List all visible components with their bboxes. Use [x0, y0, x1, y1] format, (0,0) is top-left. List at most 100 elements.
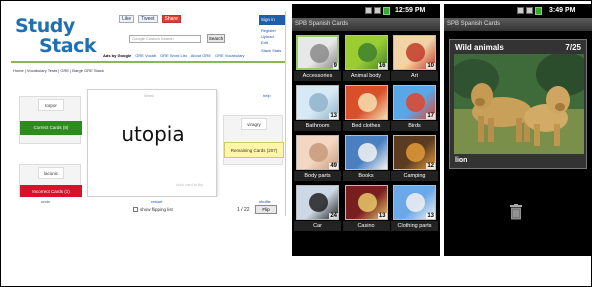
ad-link[interactable]: GRE Vocab — [135, 53, 156, 58]
category-tile[interactable]: 13 Casino — [342, 183, 390, 233]
shuffle-option[interactable]: show flipping list — [133, 207, 173, 212]
like-button[interactable]: Like — [119, 15, 135, 23]
correct-bin-word: torpor — [38, 99, 64, 111]
category-tile[interactable]: 13 Bathroom — [294, 83, 341, 133]
search-input[interactable]: Google Custom Search — [129, 35, 201, 43]
tile-label: Accessories — [294, 71, 341, 81]
signal-icon — [374, 7, 381, 14]
tile-count: 24 — [329, 213, 338, 219]
help-link[interactable]: help — [263, 93, 271, 98]
category-tile[interactable]: 10 Art — [391, 33, 438, 83]
category-tile[interactable]: Books — [342, 133, 390, 183]
phone-card-detail: 3:49 PM SPB Spanish Cards Wild animals 7… — [444, 4, 592, 256]
status-bar: 12:59 PM — [292, 4, 440, 18]
category-tile[interactable]: Bed clothes — [342, 83, 390, 133]
phone-category-grid: 12:59 PM SPB Spanish Cards 9 Accessories 1… — [292, 4, 440, 256]
tile-label: Animal body — [342, 71, 390, 81]
correct-cards-button[interactable]: Correct Cards (8) — [20, 121, 82, 135]
lion-photo — [454, 54, 584, 154]
logo-study: Study — [15, 15, 75, 37]
shuffle-label: show flipping list — [140, 207, 173, 212]
trash-icon[interactable] — [509, 204, 523, 220]
category-tile[interactable]: 24 Car — [294, 183, 341, 233]
tile-count: 13 — [377, 213, 387, 219]
ad-links: Ads by Google GRE Vocab GRE Word List Ab… — [103, 53, 245, 58]
shuffle-checkbox[interactable] — [133, 207, 138, 212]
category-tile[interactable]: 17 Birds — [391, 83, 438, 133]
tile-count: 13 — [329, 113, 338, 119]
category-tile[interactable]: 9 Accessories — [294, 33, 341, 83]
correct-bin[interactable]: torpor Correct Cards (8) — [19, 96, 82, 144]
remaining-bin-word: viragry — [241, 118, 267, 130]
usb-icon — [517, 7, 524, 14]
category-tile[interactable]: 13 Clothing parts — [391, 183, 438, 233]
logo-stack: Stack — [39, 35, 97, 57]
app-title-bar: SPB Spanish Cards — [444, 18, 592, 31]
status-bar: 3:49 PM — [444, 4, 592, 18]
card-category-title: Wild animals — [455, 43, 504, 52]
upload-link[interactable]: Upload — [261, 34, 274, 39]
header-divider — [11, 61, 285, 63]
screenshot-frame: Study Stack Like Tweet Share Google Cust… — [0, 0, 592, 287]
restart-link[interactable]: restart — [151, 199, 162, 204]
breadcrumb[interactable]: Home | Vocabulary Tests | GRE | Barge GR… — [13, 68, 104, 73]
status-time: 12:59 PM — [395, 7, 426, 14]
tile-count: 17 — [426, 113, 435, 119]
social-buttons: Like Tweet Share — [119, 15, 181, 24]
tile-label: Birds — [391, 121, 438, 131]
usb-icon — [365, 7, 372, 14]
category-tile[interactable]: 16 Animal body — [342, 33, 390, 83]
shirt-icon — [344, 85, 388, 120]
register-link[interactable]: Register — [261, 28, 276, 33]
remaining-bin[interactable]: viragry Remaining Cards (207) — [223, 115, 284, 165]
edit-link[interactable]: Edit — [261, 40, 268, 45]
shuffle-link[interactable]: shuffle — [259, 199, 271, 204]
tweet-button[interactable]: Tweet — [138, 15, 158, 23]
login-button[interactable]: Sign in — [259, 15, 285, 25]
card-position: 7/25 — [565, 43, 581, 52]
app-title-bar: SPB Spanish Cards — [292, 18, 440, 31]
tile-label: Camping — [391, 171, 438, 181]
tile-label: Bed clothes — [342, 121, 390, 131]
flashcard[interactable]: Word utopia click card to flip — [87, 89, 217, 197]
tile-label: Body parts — [294, 171, 341, 181]
ad-link[interactable]: GRE Word List — [160, 53, 187, 58]
battery-icon — [535, 7, 542, 15]
studystack-logo[interactable]: Study Stack — [13, 13, 97, 57]
undo-link[interactable]: undo — [41, 199, 50, 204]
search-button[interactable]: Search — [207, 34, 225, 43]
tile-count: 12 — [426, 163, 435, 169]
battery-icon — [383, 7, 390, 15]
stats-link[interactable]: Stack Stats — [261, 48, 281, 53]
ad-link[interactable]: GRE Vocabulary — [215, 53, 245, 58]
tile-count: 49 — [329, 163, 338, 169]
remaining-cards-button[interactable]: Remaining Cards (207) — [224, 142, 284, 158]
tile-label: Car — [294, 221, 341, 231]
card-detail[interactable]: Wild animals 7/25 lion — [449, 39, 587, 169]
share-button[interactable]: Share — [161, 15, 181, 23]
account-panel: Sign in Register Upload Edit Stack Stats — [259, 15, 285, 55]
card-side-label: Word — [144, 93, 154, 98]
ad-link[interactable]: About GRE — [191, 53, 211, 58]
tile-label: Bathroom — [294, 121, 341, 131]
books-icon — [344, 135, 388, 170]
tile-label: Art — [391, 71, 438, 81]
category-tile[interactable]: 12 Camping — [391, 133, 438, 183]
status-time: 3:49 PM — [549, 7, 576, 14]
tile-count: 16 — [377, 63, 387, 69]
tile-label: Casino — [342, 221, 390, 231]
flip-button[interactable]: Flip — [255, 205, 277, 214]
incorrect-bin-word: laconic — [38, 167, 64, 179]
tile-count: 13 — [426, 213, 435, 219]
tile-count: 9 — [332, 63, 338, 69]
tile-label: Clothing parts — [391, 221, 438, 231]
tile-count: 10 — [426, 63, 435, 69]
studystack-page: Study Stack Like Tweet Share Google Cust… — [11, 11, 286, 216]
card-word: utopia — [121, 122, 185, 146]
tile-label: Books — [342, 171, 390, 181]
signal-icon — [526, 7, 533, 14]
card-word: lion — [455, 157, 468, 164]
card-counter: 1 / 22 — [237, 207, 250, 213]
category-tile[interactable]: 49 Body parts — [294, 133, 341, 183]
card-hint: click card to flip — [176, 182, 204, 187]
